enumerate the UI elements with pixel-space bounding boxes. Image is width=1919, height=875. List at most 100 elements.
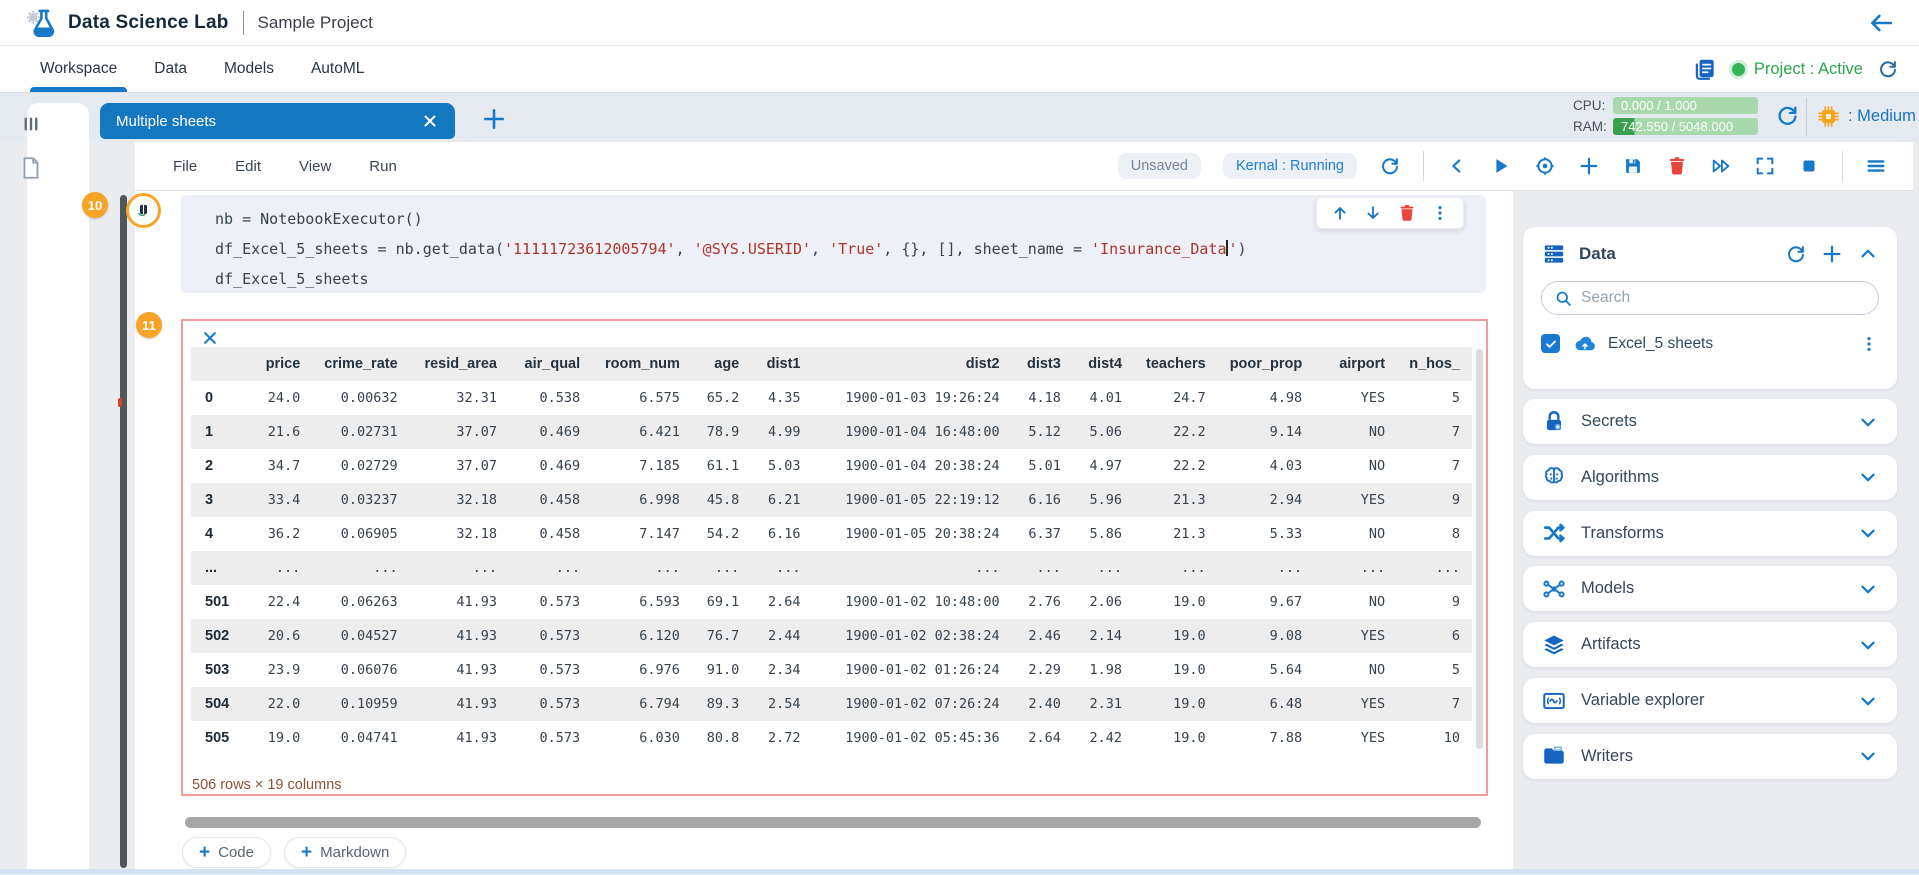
- sidebar-section-writers[interactable]: Writers: [1523, 734, 1897, 779]
- code-editor[interactable]: nb = NotebookExecutor()df_Excel_5_sheets…: [215, 204, 1486, 294]
- fullscreen-icon[interactable]: [1754, 155, 1776, 177]
- data-cell: 7: [1397, 687, 1472, 721]
- sidebar-section-variable-explorer[interactable]: Variable explorer: [1523, 678, 1897, 723]
- back-arrow-icon[interactable]: [1867, 10, 1895, 36]
- nav-tab-models[interactable]: Models: [222, 46, 276, 92]
- save-notebook-icon[interactable]: [1622, 155, 1644, 177]
- data-cell: 6.030: [592, 721, 692, 755]
- cell-run-button[interactable]: [126, 193, 161, 228]
- data-cell: ...: [410, 551, 509, 585]
- data-cell: 2.64: [751, 585, 812, 619]
- sidebar-section-secrets[interactable]: Secrets: [1523, 399, 1897, 444]
- notebook-scrollbar[interactable]: [120, 195, 127, 868]
- code-cell[interactable]: nb = NotebookExecutor()df_Excel_5_sheets…: [181, 195, 1486, 293]
- output-close-icon[interactable]: [201, 329, 219, 347]
- data-cell: ...: [751, 551, 812, 585]
- logs-copy-icon[interactable]: [1692, 56, 1718, 82]
- data-cell: 1900-01-05 22:19:12: [812, 483, 1011, 517]
- sidebar-section-algorithms[interactable]: Algorithms: [1523, 455, 1897, 500]
- plus-icon: +: [199, 843, 210, 862]
- chevron-down-icon[interactable]: [1857, 578, 1879, 600]
- data-refresh-icon[interactable]: [1785, 243, 1807, 265]
- hamburger-menu-icon[interactable]: [1865, 155, 1887, 177]
- data-cell: 5: [1397, 381, 1472, 415]
- dataset-checkbox[interactable]: [1541, 334, 1560, 353]
- data-cell: 5.33: [1218, 517, 1315, 551]
- data-cell: 4.35: [751, 381, 812, 415]
- tab-close-icon[interactable]: [421, 112, 439, 130]
- dataset-list-item[interactable]: Excel_5 sheets: [1541, 331, 1879, 356]
- add-cell-icon[interactable]: [1578, 155, 1600, 177]
- nav-tab-label: AutoML: [311, 60, 364, 77]
- chevron-down-icon[interactable]: [1857, 466, 1879, 488]
- collapse-left-icon[interactable]: [1446, 155, 1468, 177]
- chevron-down-icon[interactable]: [1857, 411, 1879, 433]
- panel-columns-icon[interactable]: [0, 113, 62, 135]
- add-code-cell-button[interactable]: + Code: [182, 837, 271, 868]
- table-vertical-scrollbar[interactable]: [1476, 349, 1483, 749]
- table-row: 333.40.0323732.180.4586.99845.86.211900-…: [191, 483, 1472, 517]
- menu-view[interactable]: View: [299, 158, 331, 175]
- data-cell: 24.7: [1134, 381, 1218, 415]
- table-row: 50519.00.0474141.930.5736.03080.82.72190…: [191, 721, 1472, 755]
- data-collapse-icon[interactable]: [1857, 243, 1879, 265]
- table-header-row: pricecrime_rateresid_areaair_qualroom_nu…: [191, 347, 1472, 381]
- sidebar-section-models[interactable]: Models: [1523, 566, 1897, 611]
- sidebar-section-label: Writers: [1581, 747, 1857, 766]
- node-size-label[interactable]: : Medium: [1848, 107, 1916, 126]
- code-token: ,: [811, 240, 829, 258]
- data-cell: 89.3: [692, 687, 751, 721]
- sidebar-section-artifacts[interactable]: Artifacts: [1523, 622, 1897, 667]
- data-cell: 21.3: [1134, 483, 1218, 517]
- data-cell: 5.12: [1012, 415, 1073, 449]
- code-line: df_Excel_5_sheets: [215, 264, 1486, 294]
- data-cell: 4.98: [1218, 381, 1315, 415]
- ram-label: RAM:: [1573, 119, 1613, 134]
- chevron-down-icon[interactable]: [1857, 690, 1879, 712]
- debug-target-icon[interactable]: [1534, 155, 1556, 177]
- cell-more-options-icon[interactable]: [1430, 203, 1450, 223]
- column-header: resid_area: [410, 347, 509, 381]
- code-token: 'True': [829, 240, 883, 258]
- chevron-down-icon[interactable]: [1857, 745, 1879, 767]
- data-cell: 0.469: [509, 415, 592, 449]
- delete-cell-icon[interactable]: [1666, 155, 1688, 177]
- run-all-icon[interactable]: [1710, 155, 1732, 177]
- project-refresh-icon[interactable]: [1877, 58, 1899, 80]
- add-markdown-cell-button[interactable]: + Markdown: [284, 837, 406, 868]
- nav-tab-data[interactable]: Data: [152, 46, 189, 92]
- data-search-input[interactable]: [1581, 289, 1831, 307]
- add-tab-icon[interactable]: [481, 106, 507, 132]
- cpu-chip-icon: [1816, 104, 1841, 129]
- kernel-refresh-icon[interactable]: [1379, 155, 1401, 177]
- data-cell: 24.0: [241, 381, 312, 415]
- stop-kernel-icon[interactable]: [1798, 155, 1820, 177]
- resource-refresh-icon[interactable]: [1775, 103, 1800, 128]
- move-cell-down-icon[interactable]: [1363, 203, 1383, 223]
- file-icon[interactable]: [0, 155, 62, 181]
- chevron-down-icon[interactable]: [1857, 522, 1879, 544]
- nav-tab-workspace[interactable]: Workspace: [38, 46, 119, 92]
- notebook-tab[interactable]: Multiple sheets: [100, 103, 455, 139]
- data-cell: 1.98: [1073, 653, 1134, 687]
- menu-edit[interactable]: Edit: [235, 158, 261, 175]
- data-cell: NO: [1314, 415, 1397, 449]
- menu-run[interactable]: Run: [369, 158, 397, 175]
- table-row: 50220.60.0452741.930.5736.12076.72.44190…: [191, 619, 1472, 653]
- delete-cell-icon[interactable]: [1397, 203, 1417, 223]
- sidebar-section-transforms[interactable]: Transforms: [1523, 511, 1897, 556]
- dataset-kebab-menu-icon[interactable]: [1859, 334, 1879, 354]
- run-cell-icon[interactable]: [1490, 155, 1512, 177]
- data-cell: 2.76: [1012, 585, 1073, 619]
- move-cell-up-icon[interactable]: [1330, 203, 1350, 223]
- data-cell: 0.458: [509, 517, 592, 551]
- data-cell: 6.48: [1218, 687, 1315, 721]
- data-cell: 2.42: [1073, 721, 1134, 755]
- data-add-icon[interactable]: [1821, 243, 1843, 265]
- horizontal-scrollbar[interactable]: [185, 817, 1481, 828]
- notebook-tab-title: Multiple sheets: [116, 113, 421, 130]
- menu-file[interactable]: File: [173, 158, 197, 175]
- nav-tab-automl[interactable]: AutoML: [309, 46, 366, 92]
- data-search-box: [1541, 281, 1879, 315]
- chevron-down-icon[interactable]: [1857, 634, 1879, 656]
